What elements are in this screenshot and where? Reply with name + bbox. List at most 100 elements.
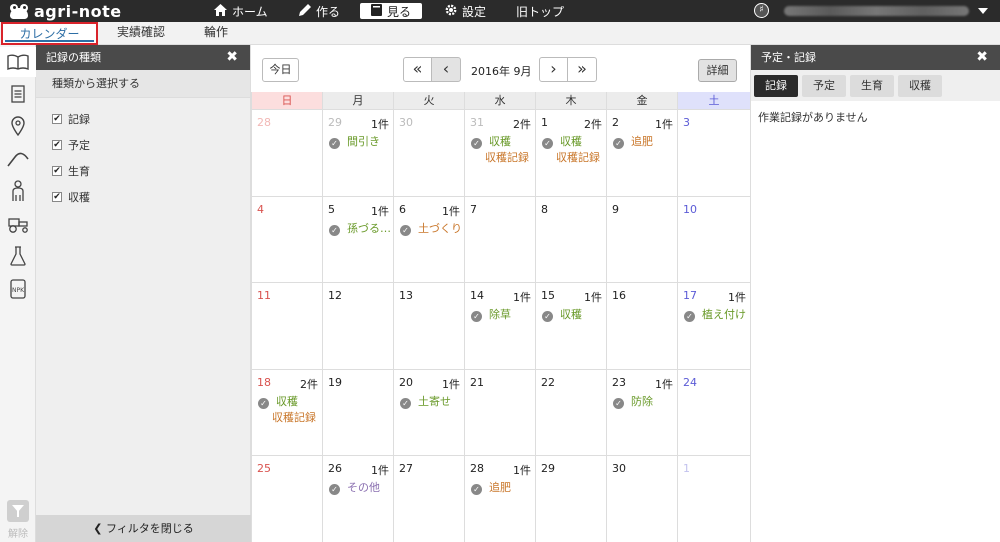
calendar-event[interactable]: ✓ 土寄せ <box>400 393 462 409</box>
calendar-day[interactable]: 3 <box>677 110 750 196</box>
calendar-day[interactable]: 25 <box>251 456 322 542</box>
today-button[interactable]: 今日 <box>262 58 299 82</box>
calendar-day[interactable]: 10 <box>677 196 750 282</box>
calendar-day[interactable]: 8 <box>535 196 606 282</box>
double-chevron-right-icon[interactable]: » <box>567 57 597 82</box>
calendar-day[interactable]: 4 <box>251 196 322 282</box>
day-number: 19 <box>328 375 342 389</box>
weekday-0: 日 <box>251 92 322 109</box>
calendar-event[interactable]: ✓ 間引き <box>329 133 391 149</box>
calendar-event[interactable]: ✓ 収穫 <box>258 393 320 409</box>
calendar-day[interactable]: 22 <box>535 369 606 455</box>
event-sub-label[interactable]: 収穫記録 <box>272 409 316 425</box>
event-sub-label[interactable]: 収穫記録 <box>556 149 600 165</box>
calendar-event[interactable]: ✓ その他 <box>329 479 391 495</box>
calendar-day[interactable]: 26 1件 ✓ その他 <box>322 456 393 542</box>
calendar-day[interactable]: 5 1件 ✓ 孫づる… <box>322 196 393 282</box>
calendar-day[interactable]: 6 1件 ✓ 土づくり <box>393 196 464 282</box>
rtab-harvest[interactable]: 収穫 <box>898 75 942 97</box>
calendar-day[interactable]: 29 1件 ✓ 間引き <box>322 110 393 196</box>
nav-home[interactable]: ホーム <box>214 0 268 22</box>
chevron-left-icon[interactable]: ‹ <box>431 57 461 82</box>
filter-option-growth[interactable]: ✔ 生育 <box>36 158 250 184</box>
calendar-day[interactable]: 17 1件 ✓ 植え付け <box>677 283 750 369</box>
calendar-event[interactable]: ✓ 除草 <box>471 306 533 322</box>
rail-memo-icon[interactable] <box>0 79 36 109</box>
day-number: 20 <box>399 375 413 389</box>
calendar-event[interactable]: ✓ 防除 <box>613 393 675 409</box>
nav-old-top[interactable]: 旧トップ <box>516 0 564 22</box>
calendar-day[interactable]: 14 1件 ✓ 除草 <box>464 283 535 369</box>
calendar-day[interactable]: 1 2件 ✓ 収穫 収穫記録 <box>535 110 606 196</box>
calendar-day[interactable]: 19 <box>322 369 393 455</box>
tab-results[interactable]: 実績確認 <box>108 22 174 45</box>
calendar-event[interactable]: ✓ 収穫 <box>471 133 533 149</box>
calendar-day[interactable]: 20 1件 ✓ 土寄せ <box>393 369 464 455</box>
double-chevron-left-icon[interactable]: « <box>403 57 432 82</box>
calendar-day[interactable]: 16 <box>606 283 677 369</box>
event-sub-label[interactable]: 収穫記録 <box>485 149 529 165</box>
app-logo[interactable]: agri-note <box>8 1 122 21</box>
user-name-blurred[interactable] <box>784 6 969 16</box>
close-icon[interactable]: ✖ <box>226 45 238 70</box>
detail-button[interactable]: 詳細 <box>698 59 737 82</box>
filter-option-harvest[interactable]: ✔ 収穫 <box>36 184 250 210</box>
rtab-plan[interactable]: 予定 <box>802 75 846 97</box>
rail-flask-icon[interactable] <box>0 241 36 271</box>
nav-make[interactable]: 作る <box>299 0 340 22</box>
filter-option-plan[interactable]: ✔ 予定 <box>36 132 250 158</box>
calendar-day[interactable]: 7 <box>464 196 535 282</box>
tab-rotation[interactable]: 輪作 <box>194 22 238 45</box>
rail-worker-icon[interactable] <box>0 176 36 206</box>
nav-view[interactable]: 見る <box>360 3 422 19</box>
rtab-record[interactable]: 記録 <box>754 75 798 97</box>
calendar-day[interactable]: 30 <box>393 110 464 196</box>
calendar-day[interactable]: 29 <box>535 456 606 542</box>
rail-sickle-icon[interactable] <box>0 143 36 173</box>
calendar-event[interactable]: ✓ 植え付け <box>684 306 748 322</box>
tab-calendar[interactable]: カレンダー <box>1 22 98 45</box>
user-avatar-icon[interactable]: ♯ <box>754 3 769 18</box>
calendar-day[interactable]: 28 1件 ✓ 追肥 <box>464 456 535 542</box>
chevron-right-icon[interactable]: › <box>539 57 568 82</box>
calendar-day[interactable]: 24 <box>677 369 750 455</box>
rail-book-icon[interactable] <box>0 47 36 77</box>
calendar-event[interactable]: ✓ 収穫 <box>542 306 604 322</box>
close-filter-button[interactable]: ❮ フィルタを閉じる <box>36 515 251 542</box>
calendar-event[interactable]: ✓ 追肥 <box>471 479 533 495</box>
filter-option-record[interactable]: ✔ 記録 <box>36 106 250 132</box>
checkbox-checked[interactable]: ✔ <box>52 166 62 176</box>
calendar-event[interactable]: ✓ 土づくり <box>400 220 462 236</box>
rail-location-pin-icon[interactable] <box>0 111 36 141</box>
calendar-event[interactable]: ✓ 収穫 <box>542 133 604 149</box>
rtab-growth[interactable]: 生育 <box>850 75 894 97</box>
user-menu-dropdown-icon[interactable] <box>978 8 988 14</box>
checkbox-checked[interactable]: ✔ <box>52 192 62 202</box>
rail-fertilizer-npk-icon[interactable]: NPK <box>0 274 36 304</box>
nav-settings[interactable]: 設定 <box>445 0 486 22</box>
rail-tractor-icon[interactable] <box>0 209 36 239</box>
calendar-day[interactable]: 15 1件 ✓ 収穫 <box>535 283 606 369</box>
calendar-day[interactable]: 13 <box>393 283 464 369</box>
checkbox-checked[interactable]: ✔ <box>52 114 62 124</box>
calendar-day[interactable]: 28 <box>251 110 322 196</box>
calendar-day[interactable]: 12 <box>322 283 393 369</box>
calendar-day[interactable]: 11 <box>251 283 322 369</box>
calendar-day[interactable]: 23 1件 ✓ 防除 <box>606 369 677 455</box>
checkbox-checked[interactable]: ✔ <box>52 140 62 150</box>
calendar-day[interactable]: 9 <box>606 196 677 282</box>
calendar-day[interactable]: 30 <box>606 456 677 542</box>
calendar-day[interactable]: 21 <box>464 369 535 455</box>
day-number: 17 <box>683 289 697 302</box>
close-icon[interactable]: ✖ <box>976 45 988 70</box>
calendar-event[interactable]: ✓ 追肥 <box>613 133 675 149</box>
day-number: 14 <box>470 289 484 302</box>
calendar-day[interactable]: 18 2件 ✓ 収穫 収穫記録 <box>251 369 322 455</box>
calendar-event[interactable]: ✓ 孫づる… <box>329 220 391 236</box>
calendar-day[interactable]: 31 2件 ✓ 収穫 収穫記録 <box>464 110 535 196</box>
calendar-day[interactable]: 27 <box>393 456 464 542</box>
calendar-toolbar: 今日 « ‹ 2016年 9月 › » 詳細 <box>251 45 750 92</box>
calendar-day[interactable]: 2 1件 ✓ 追肥 <box>606 110 677 196</box>
calendar-day[interactable]: 1 <box>677 456 750 542</box>
rail-clear-filter[interactable]: 解除 <box>0 500 36 540</box>
